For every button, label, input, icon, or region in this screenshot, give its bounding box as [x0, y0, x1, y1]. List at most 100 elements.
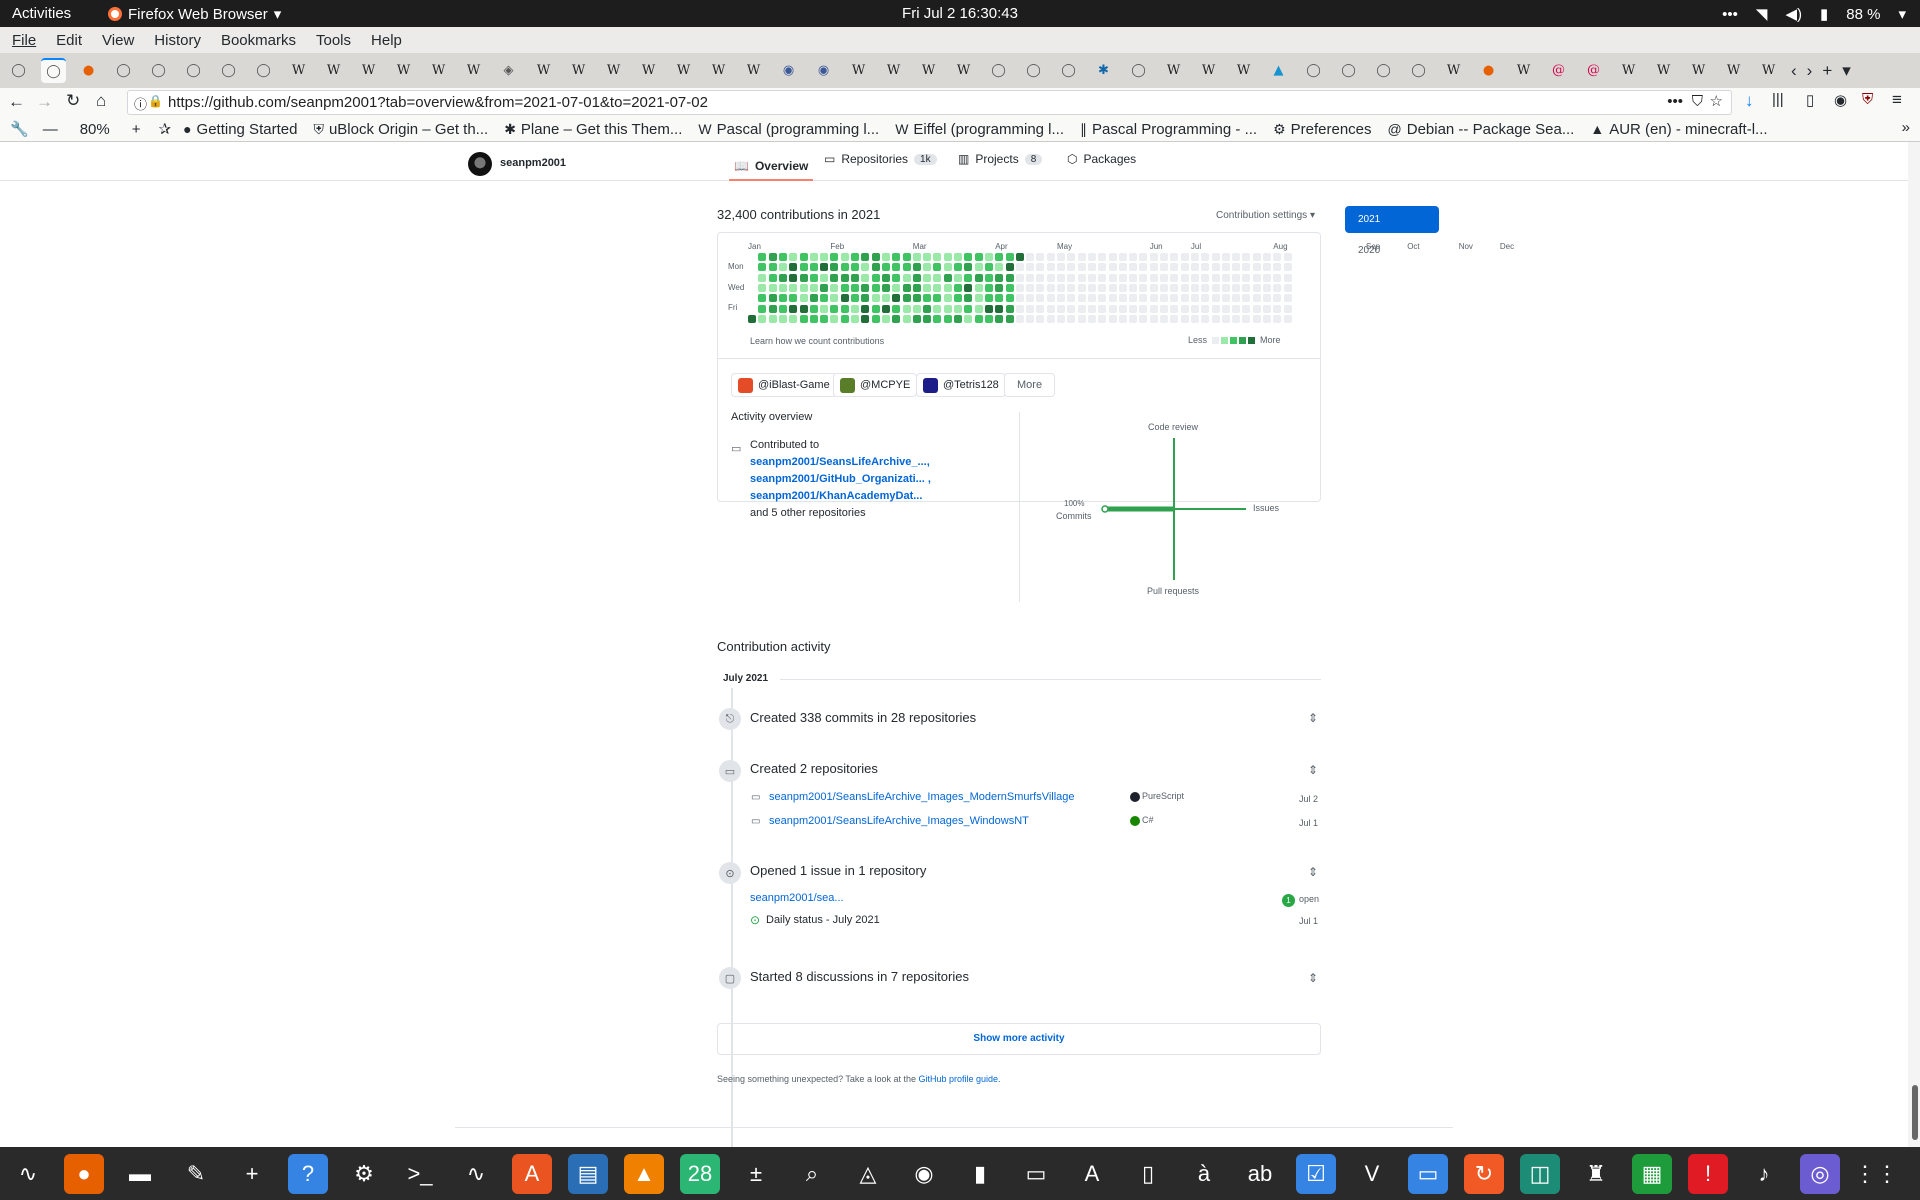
updater-icon[interactable]: ↻: [1464, 1153, 1504, 1194]
contribution-day[interactable]: [840, 314, 849, 323]
contribution-day[interactable]: [1046, 263, 1055, 272]
contribution-day[interactable]: [912, 263, 921, 272]
contribution-day[interactable]: [1232, 314, 1241, 323]
contribution-day[interactable]: [1139, 263, 1148, 272]
contribution-day[interactable]: [1252, 253, 1261, 261]
contribution-day[interactable]: [778, 273, 787, 282]
contribution-day[interactable]: [820, 283, 829, 292]
contribution-day[interactable]: [768, 304, 777, 313]
contribution-day[interactable]: [1057, 314, 1065, 323]
contribution-day[interactable]: [902, 294, 911, 303]
browser-tab-github[interactable]: ◯: [251, 58, 276, 83]
browser-tab-wikipedia[interactable]: W: [671, 58, 696, 83]
contribution-day[interactable]: [933, 304, 942, 313]
system-tray[interactable]: ••• ◥ ◀) ▮ 88 % ▾: [1722, 5, 1906, 24]
browser-tab-wikipedia[interactable]: W: [426, 58, 451, 83]
browser-tab-github[interactable]: ◯: [181, 58, 206, 83]
org-filter-iblast[interactable]: @iBlast-Game: [731, 373, 837, 397]
url-bar[interactable]: ⓘ 🔒 https://github.com/seanpm2001?tab=ov…: [127, 90, 1732, 115]
contribution-day[interactable]: [954, 294, 962, 303]
contribution-day[interactable]: [1067, 304, 1076, 313]
menu-view[interactable]: View: [102, 32, 134, 49]
browser-tab-wikipedia[interactable]: W: [741, 58, 766, 83]
contribution-day[interactable]: [758, 283, 767, 292]
contribution-day[interactable]: [1005, 283, 1014, 292]
reload-icon[interactable]: ↻: [66, 91, 80, 111]
contribution-day[interactable]: [809, 304, 818, 313]
contribution-day[interactable]: [820, 314, 829, 323]
contribution-day[interactable]: [809, 294, 818, 303]
pocket-icon[interactable]: ⛉: [1692, 93, 1703, 110]
alert-icon[interactable]: !: [1688, 1153, 1728, 1194]
contribution-day[interactable]: [912, 294, 921, 303]
contribution-day[interactable]: [984, 283, 993, 292]
contribution-day[interactable]: [1221, 253, 1230, 261]
contribution-day[interactable]: [1190, 314, 1199, 323]
browser-tab-github[interactable]: ◯: [1371, 58, 1396, 83]
bookmark-item[interactable]: ▲ AUR (en) - minecraft-l...: [1590, 121, 1767, 138]
overflow-icon[interactable]: »: [1902, 119, 1910, 136]
contribution-day[interactable]: [902, 263, 911, 272]
profile-guide-link[interactable]: GitHub profile guide.: [919, 1074, 1001, 1084]
contribution-day[interactable]: [1046, 304, 1055, 313]
contribution-day[interactable]: [748, 253, 756, 261]
page-scrollbar[interactable]: [1908, 142, 1920, 1147]
contribution-day[interactable]: [881, 253, 890, 261]
browser-tab-wikipedia[interactable]: W: [601, 58, 626, 83]
contribution-day[interactable]: [1263, 283, 1271, 292]
contribution-day[interactable]: [1273, 304, 1282, 313]
contribution-day[interactable]: [1201, 283, 1210, 292]
contribution-day[interactable]: [1036, 283, 1045, 292]
contribution-day[interactable]: [892, 304, 901, 313]
contribution-day[interactable]: [871, 304, 880, 313]
browser-tab-wikipedia[interactable]: W: [566, 58, 591, 83]
contribution-day[interactable]: [809, 273, 818, 282]
contribution-day[interactable]: [1221, 263, 1230, 272]
contribution-day[interactable]: [830, 253, 839, 261]
profile-username[interactable]: seanpm2001: [500, 157, 566, 169]
contribution-day[interactable]: [1190, 294, 1199, 303]
browser-tab-github[interactable]: ◯: [146, 58, 171, 83]
contribution-day[interactable]: [933, 314, 942, 323]
contribution-day[interactable]: [912, 314, 921, 323]
contribution-day[interactable]: [789, 273, 798, 282]
contribution-day[interactable]: [974, 253, 983, 261]
contribution-day[interactable]: [1005, 314, 1014, 323]
contribution-day[interactable]: [840, 294, 849, 303]
contribution-day[interactable]: [1160, 304, 1168, 313]
contribution-day[interactable]: [1129, 294, 1138, 303]
contribution-day[interactable]: [840, 253, 849, 261]
contribution-day[interactable]: [943, 253, 952, 261]
contribution-day[interactable]: [861, 314, 870, 323]
contribution-day[interactable]: [1067, 273, 1076, 282]
contribution-day[interactable]: [840, 263, 849, 272]
contribution-day[interactable]: [1139, 273, 1148, 282]
contribution-day[interactable]: [1160, 283, 1168, 292]
contribution-day[interactable]: [1273, 263, 1282, 272]
bookmark-item[interactable]: ⛨ uBlock Origin – Get th...: [313, 121, 488, 138]
contribution-day[interactable]: [851, 304, 859, 313]
browser-tab-wikipedia[interactable]: W: [461, 58, 486, 83]
mario-icon[interactable]: ♜: [1576, 1154, 1616, 1194]
contribution-day[interactable]: [851, 273, 859, 282]
contribution-day[interactable]: [1046, 294, 1055, 303]
contributed-repo-link[interactable]: seanpm2001/GitHub_Organizati... ,: [750, 473, 931, 485]
screen-icon[interactable]: ▭: [1408, 1153, 1448, 1194]
contribution-day[interactable]: [1015, 283, 1024, 292]
browser-tab-wikipedia[interactable]: W: [1721, 58, 1746, 83]
bookmark-star-icon[interactable]: ✰: [158, 120, 171, 138]
activity-monitor-icon[interactable]: ∿: [8, 1154, 48, 1194]
browser-tab-github[interactable]: ◯: [216, 58, 241, 83]
browser-tab-github[interactable]: ◯: [1301, 58, 1326, 83]
browser-tab-vivaldi[interactable]: ◉: [776, 58, 801, 83]
contribution-day[interactable]: [1057, 273, 1065, 282]
browser-tab-wikipedia[interactable]: W: [636, 58, 661, 83]
contribution-day[interactable]: [1046, 253, 1055, 261]
contribution-day[interactable]: [1015, 304, 1024, 313]
contribution-day[interactable]: [1098, 273, 1107, 282]
contribution-day[interactable]: [1118, 314, 1127, 323]
contribution-day[interactable]: [1283, 304, 1292, 313]
year-2021[interactable]: 2021: [1345, 206, 1439, 233]
contribution-day[interactable]: [1108, 294, 1117, 303]
browser-tab-github[interactable]: ◯: [6, 58, 31, 83]
